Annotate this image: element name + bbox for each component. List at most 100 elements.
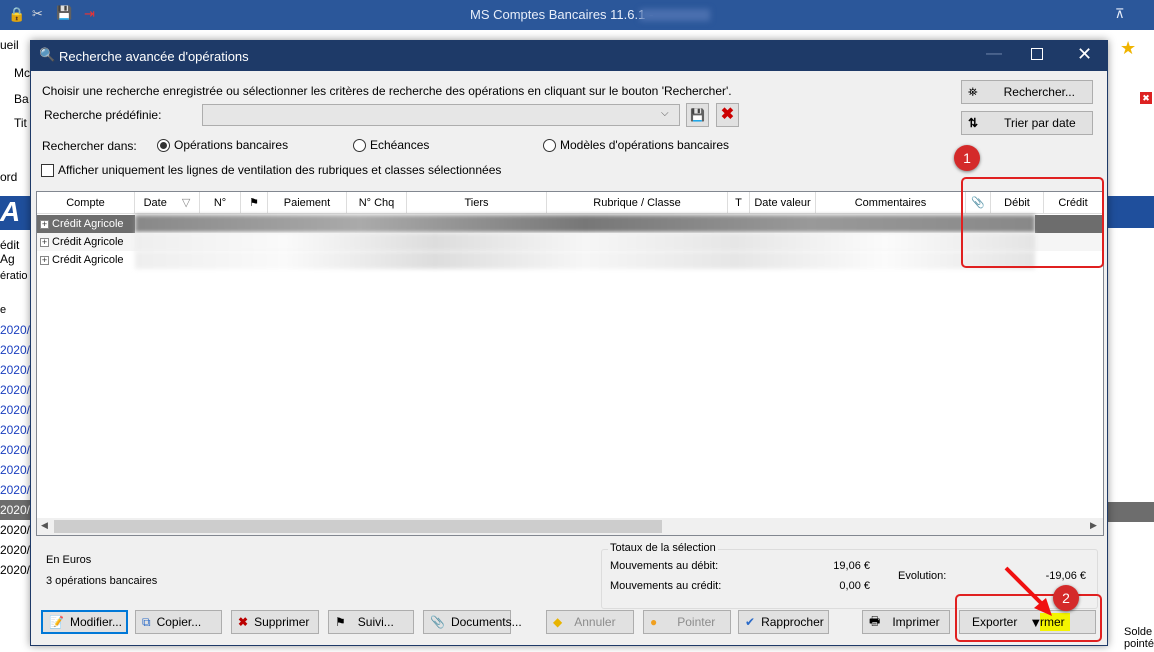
account-banner: A xyxy=(0,196,30,230)
account-name: édit Ag xyxy=(0,238,20,266)
col-paiement[interactable]: Paiement xyxy=(268,192,347,214)
radio-label: Echéances xyxy=(370,138,430,152)
advanced-search-dialog: 🔍 Recherche avancée d'opérations — ✕ Cho… xyxy=(30,40,1108,646)
dialog-title-bar: 🔍 Recherche avancée d'opérations — ✕ xyxy=(31,41,1107,71)
col-suivi[interactable]: ⚑ xyxy=(241,192,268,214)
star-icon[interactable]: ★ xyxy=(1120,38,1136,59)
sort-button-label: Trier par date xyxy=(1004,116,1076,130)
debit-label: Mouvements au débit: xyxy=(610,560,719,572)
date-cell: /2020 xyxy=(0,383,30,397)
nav-item[interactable]: Mc xyxy=(14,66,30,80)
col-date-valeur[interactable]: Date valeur xyxy=(750,192,816,214)
follow-button[interactable]: ⚑ Suivi... xyxy=(328,610,414,634)
dot-icon: ● xyxy=(650,615,658,629)
close-red-icon[interactable]: ✖ xyxy=(1140,92,1152,104)
save-search-button[interactable]: 💾 xyxy=(686,103,709,127)
date-cell: /2020 xyxy=(0,463,30,477)
col-compte[interactable]: Compte xyxy=(37,192,135,214)
cell-compte: Crédit Agricole xyxy=(52,218,124,230)
check-button[interactable]: ● Pointer xyxy=(643,610,731,634)
date-cell: /2020 xyxy=(0,443,30,457)
app-background: ueil Mc Ba Tit ord A édit Ag ératio e /2… xyxy=(0,30,30,652)
delete-button[interactable]: ✖ Supprimer xyxy=(231,610,319,634)
maximize-button[interactable] xyxy=(1031,48,1043,60)
expand-icon[interactable]: + xyxy=(40,237,49,247)
operation-count: 3 opérations bancaires xyxy=(46,575,158,587)
binoculars-icon: ⛯ xyxy=(968,84,978,99)
evolution-label: Evolution: xyxy=(898,570,947,582)
col-date[interactable]: Date ▽ xyxy=(135,192,200,214)
reconcile-button[interactable]: ✔ Rapprocher xyxy=(738,610,829,634)
close-button[interactable]: ✕ xyxy=(1077,44,1092,65)
radio-modeles[interactable]: Modèles d'opérations bancaires xyxy=(543,138,730,153)
magnifier-icon: 🔍 xyxy=(39,47,56,62)
scroll-left-icon[interactable]: ◀ xyxy=(41,520,48,531)
app-title: MS Comptes Bancaires 11.6.1 - xyxy=(470,7,654,22)
tab-operations[interactable]: ératio xyxy=(0,270,28,282)
col-rubrique[interactable]: Rubrique / Classe xyxy=(547,192,728,214)
operations-grid: Compte Date ▽ N° ⚑ Paiement N° Chq Tiers… xyxy=(36,191,1104,536)
date-cell: /2020 xyxy=(0,543,30,557)
restore-icon[interactable]: ⊼ xyxy=(1115,6,1125,22)
date-cell: /2020 xyxy=(0,500,30,520)
totals-title: Totaux de la sélection xyxy=(608,542,718,554)
table-row[interactable]: + Crédit Agricole xyxy=(37,251,1103,269)
exit-icon[interactable]: ⇥ xyxy=(84,6,95,22)
radio-label: Modèles d'opérations bancaires xyxy=(560,138,730,152)
button-label: Pointer xyxy=(677,615,716,629)
expand-icon[interactable]: + xyxy=(40,255,49,265)
table-row[interactable]: + Crédit Agricole xyxy=(37,215,1103,233)
tab-label[interactable]: ord xyxy=(0,170,17,184)
paperclip-icon: 📎 xyxy=(430,615,445,629)
copy-button[interactable]: ⧉ Copier... xyxy=(135,610,222,634)
delete-search-button[interactable]: ✖ xyxy=(716,103,739,127)
minimize-button[interactable]: — xyxy=(986,45,1002,63)
col-cheque[interactable]: N° Chq xyxy=(347,192,407,214)
documents-button[interactable]: 📎 Documents... xyxy=(423,610,522,634)
cancel-button[interactable]: ◆ Annuler xyxy=(546,610,634,634)
ventilation-checkbox[interactable]: Afficher uniquement les lignes de ventil… xyxy=(41,163,502,178)
expand-icon[interactable]: + xyxy=(40,219,49,229)
credit-total: 0,00 € xyxy=(839,580,870,592)
nav-item[interactable]: Ba xyxy=(14,92,29,106)
radio-label: Opérations bancaires xyxy=(174,138,289,152)
sort-by-date-button[interactable]: ⇅ Trier par date xyxy=(961,111,1093,135)
predefined-search-select[interactable]: ⌵ xyxy=(202,104,680,126)
scrollbar-thumb[interactable] xyxy=(54,520,662,533)
save-icon[interactable]: 💾 xyxy=(56,5,72,21)
lock-icon[interactable]: 🔒 xyxy=(8,6,25,23)
date-cell: /2020 xyxy=(0,423,30,437)
tools-icon[interactable]: ✂ xyxy=(32,6,43,22)
button-label: Suivi... xyxy=(357,615,394,629)
checkbox-label: Afficher uniquement les lignes de ventil… xyxy=(58,163,502,177)
print-button[interactable]: 🖶 Imprimer xyxy=(862,610,950,634)
instruction-text: Choisir une recherche enregistrée ou sél… xyxy=(42,84,732,98)
scroll-right-icon[interactable]: ▶ xyxy=(1090,520,1097,531)
modify-button[interactable]: 📝 Modifier... xyxy=(41,610,128,634)
radio-echeances[interactable]: Echéances xyxy=(353,138,430,153)
debit-total: 19,06 € xyxy=(833,560,870,572)
cell-compte: Crédit Agricole xyxy=(52,236,124,248)
app-title-bar: 🔒 ✂ 💾 ⇥ MS Comptes Bancaires 11.6.1 - ⊼ xyxy=(0,0,1154,30)
table-row[interactable]: + Crédit Agricole xyxy=(37,233,1103,251)
nav-item[interactable]: Tit xyxy=(14,116,27,130)
col-t[interactable]: T xyxy=(728,192,750,214)
date-cell: /2020 xyxy=(0,323,30,337)
search-button[interactable]: ⛯ Rechercher... xyxy=(961,80,1093,104)
annotation-arrow xyxy=(1004,566,1052,616)
button-label: Copier... xyxy=(156,615,202,629)
col-label: Date xyxy=(143,197,167,209)
nav-accueil[interactable]: ueil xyxy=(0,38,19,52)
flag-icon: ⚑ xyxy=(249,197,259,209)
column-header: e xyxy=(0,304,7,316)
col-numero[interactable]: N° xyxy=(200,192,241,214)
radio-operations[interactable]: Opérations bancaires xyxy=(157,138,289,153)
horizontal-scrollbar[interactable]: ◀ ▶ xyxy=(37,518,1103,535)
button-label: Modifier... xyxy=(69,615,122,629)
col-tiers[interactable]: Tiers xyxy=(407,192,547,214)
annotation-badge-1: 1 xyxy=(954,145,980,171)
chevron-down-icon: ⌵ xyxy=(661,108,669,119)
edit-icon: 📝 xyxy=(49,615,64,629)
col-commentaires[interactable]: Commentaires xyxy=(816,192,966,214)
delete-x-icon: ✖ xyxy=(238,615,249,629)
